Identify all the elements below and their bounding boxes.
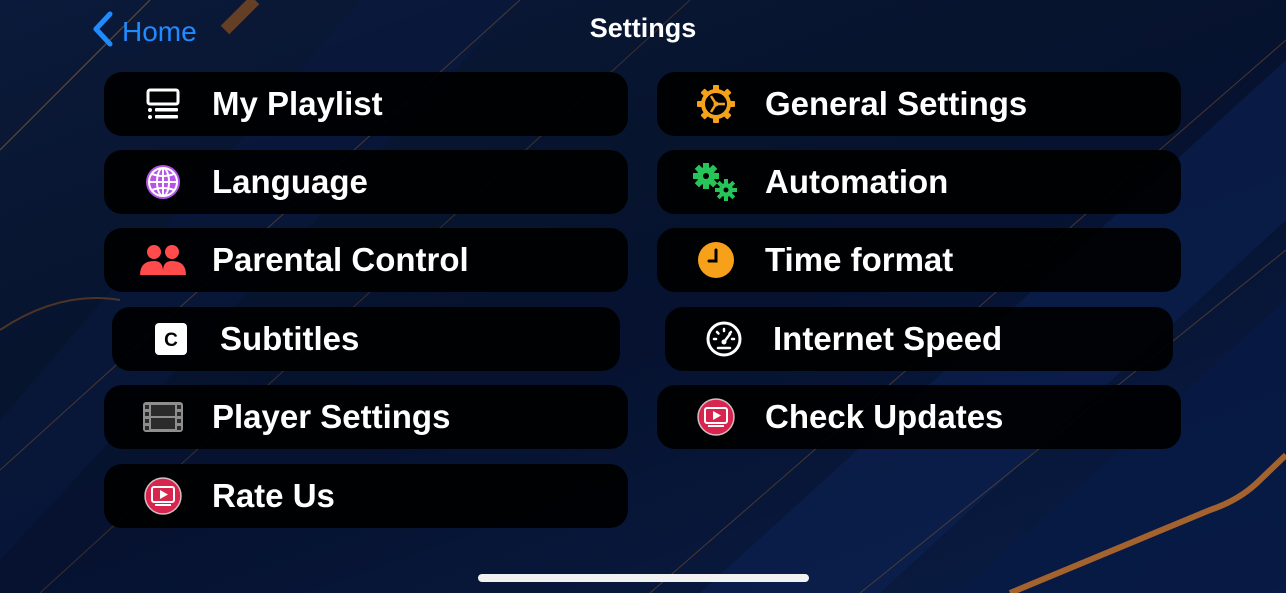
playlist-icon xyxy=(138,79,188,129)
menu-item-automation[interactable]: Automation xyxy=(657,150,1181,214)
menu-item-label: Rate Us xyxy=(212,477,335,514)
app-logo-icon xyxy=(138,471,188,521)
menu-item-my-playlist[interactable]: My Playlist xyxy=(104,72,628,136)
gears-icon xyxy=(691,157,741,207)
film-strip-icon xyxy=(138,392,188,442)
menu-item-player-settings[interactable]: Player Settings xyxy=(104,385,628,449)
app-logo-icon xyxy=(691,392,741,442)
top-bar: Home Settings xyxy=(0,0,1286,58)
gear-icon xyxy=(691,79,741,129)
home-indicator[interactable] xyxy=(478,574,809,582)
svg-text:C: C xyxy=(164,330,178,351)
menu-item-label: Check Updates xyxy=(765,398,1004,435)
menu-item-label: Internet Speed xyxy=(773,320,1003,357)
menu-item-label: Parental Control xyxy=(212,241,469,278)
users-icon xyxy=(138,235,188,285)
clock-icon xyxy=(691,235,741,285)
menu-item-label: Automation xyxy=(765,163,949,200)
menu-item-general-settings[interactable]: General Settings xyxy=(657,72,1181,136)
menu-item-label: Player Settings xyxy=(212,398,451,435)
menu-item-parental-control[interactable]: Parental Control xyxy=(104,228,628,292)
subtitles-icon: C xyxy=(146,314,196,364)
menu-item-label: Subtitles xyxy=(220,320,360,357)
page-title: Settings xyxy=(589,13,697,43)
menu-item-label: My Playlist xyxy=(212,85,383,122)
menu-item-time-format[interactable]: Time format xyxy=(657,228,1181,292)
menu-item-internet-speed[interactable]: Internet Speed xyxy=(665,307,1173,371)
globe-icon xyxy=(138,157,188,207)
menu-item-language[interactable]: Language xyxy=(104,150,628,214)
menu-item-rate-us[interactable]: Rate Us xyxy=(104,464,628,528)
menu-item-check-updates[interactable]: Check Updates xyxy=(657,385,1181,449)
speedometer-icon xyxy=(699,314,749,364)
menu-item-label: General Settings xyxy=(765,85,1028,122)
menu-item-subtitles[interactable]: C Subtitles xyxy=(112,307,620,371)
menu-item-label: Time format xyxy=(765,241,954,278)
menu-item-label: Language xyxy=(212,163,368,200)
